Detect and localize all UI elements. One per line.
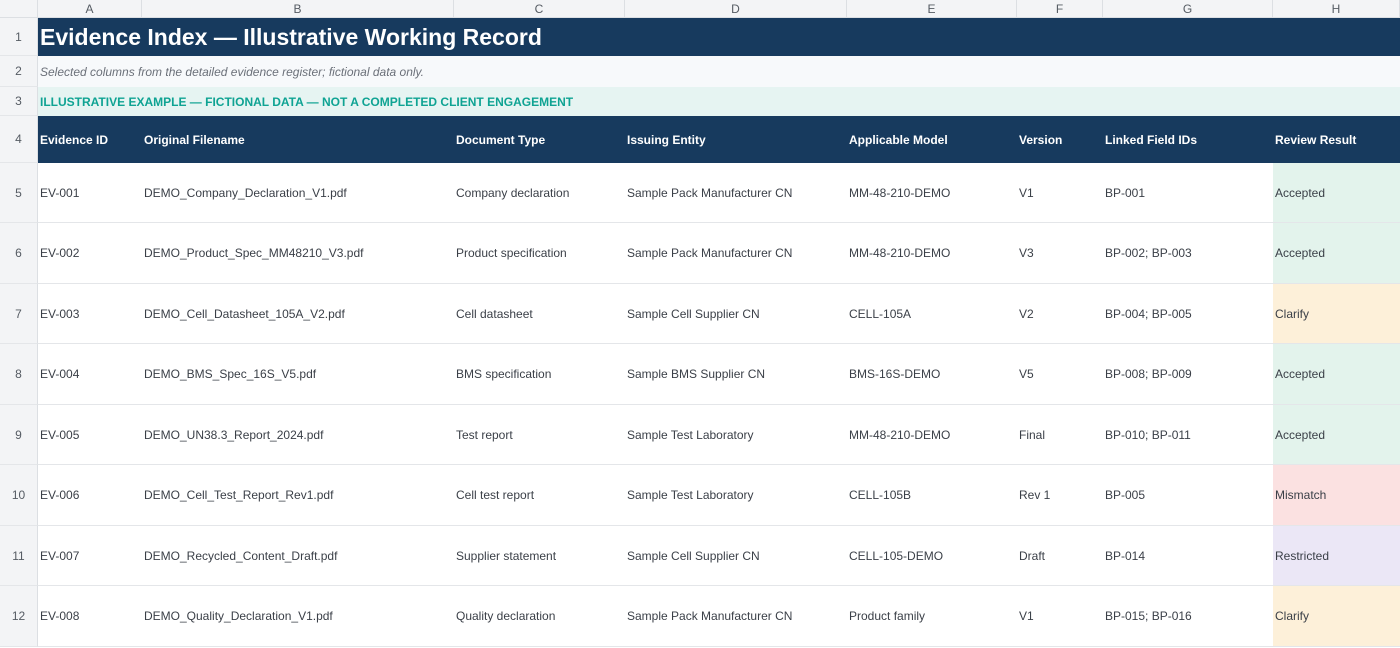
document-type-cell[interactable]: Product specification bbox=[454, 223, 625, 284]
review-result-cell[interactable]: Clarify bbox=[1273, 586, 1400, 647]
document-type-cell[interactable]: Quality declaration bbox=[454, 586, 625, 647]
review-result-cell[interactable]: Accepted bbox=[1273, 344, 1400, 405]
header-applicable-model[interactable]: Applicable Model bbox=[847, 116, 1017, 163]
document-type-cell[interactable]: Cell datasheet bbox=[454, 284, 625, 344]
linked-field-ids-cell[interactable]: BP-015; BP-016 bbox=[1103, 586, 1273, 647]
sheet-title[interactable]: Evidence Index — Illustrative Working Re… bbox=[38, 18, 1400, 56]
row-header-5[interactable]: 5 bbox=[0, 163, 38, 223]
issuing-entity-cell[interactable]: Sample Pack Manufacturer CN bbox=[625, 586, 847, 647]
review-result-cell[interactable]: Clarify bbox=[1273, 284, 1400, 344]
column-header-g[interactable]: G bbox=[1103, 0, 1273, 18]
header-review-result[interactable]: Review Result bbox=[1273, 116, 1400, 163]
column-header-d[interactable]: D bbox=[625, 0, 847, 18]
review-result-cell[interactable]: Accepted bbox=[1273, 223, 1400, 284]
document-type-cell[interactable]: Supplier statement bbox=[454, 526, 625, 586]
row-header-3[interactable]: 3 bbox=[0, 87, 38, 116]
evidence-id-cell[interactable]: EV-002 bbox=[38, 223, 142, 284]
evidence-id-cell[interactable]: EV-007 bbox=[38, 526, 142, 586]
filename-cell[interactable]: DEMO_Cell_Test_Report_Rev1.pdf bbox=[142, 465, 454, 526]
applicable-model-cell[interactable]: CELL-105B bbox=[847, 465, 1017, 526]
linked-field-ids-cell[interactable]: BP-001 bbox=[1103, 163, 1273, 223]
row-header-2[interactable]: 2 bbox=[0, 56, 38, 87]
applicable-model-cell[interactable]: BMS-16S-DEMO bbox=[847, 344, 1017, 405]
filename-cell[interactable]: DEMO_Company_Declaration_V1.pdf bbox=[142, 163, 454, 223]
linked-field-ids-cell[interactable]: BP-002; BP-003 bbox=[1103, 223, 1273, 284]
version-cell[interactable]: V1 bbox=[1017, 586, 1103, 647]
evidence-id-cell[interactable]: EV-008 bbox=[38, 586, 142, 647]
header-issuing-entity[interactable]: Issuing Entity bbox=[625, 116, 847, 163]
issuing-entity-cell[interactable]: Sample Test Laboratory bbox=[625, 465, 847, 526]
row-header-4[interactable]: 4 bbox=[0, 116, 38, 163]
issuing-entity-cell[interactable]: Sample Test Laboratory bbox=[625, 405, 847, 465]
column-header-h[interactable]: H bbox=[1273, 0, 1400, 18]
sheet-grid: A B C D E F G H 1 Evidence Index — Illus… bbox=[0, 0, 1400, 647]
applicable-model-cell[interactable]: Product family bbox=[847, 586, 1017, 647]
header-original-filename[interactable]: Original Filename bbox=[142, 116, 454, 163]
filename-cell[interactable]: DEMO_Product_Spec_MM48210_V3.pdf bbox=[142, 223, 454, 284]
issuing-entity-cell[interactable]: Sample Cell Supplier CN bbox=[625, 284, 847, 344]
document-type-cell[interactable]: Test report bbox=[454, 405, 625, 465]
review-result-cell[interactable]: Restricted bbox=[1273, 526, 1400, 586]
evidence-id-cell[interactable]: EV-005 bbox=[38, 405, 142, 465]
version-cell[interactable]: Draft bbox=[1017, 526, 1103, 586]
linked-field-ids-cell[interactable]: BP-014 bbox=[1103, 526, 1273, 586]
filename-cell[interactable]: DEMO_Quality_Declaration_V1.pdf bbox=[142, 586, 454, 647]
filename-cell[interactable]: DEMO_Cell_Datasheet_105A_V2.pdf bbox=[142, 284, 454, 344]
filename-cell[interactable]: DEMO_UN38.3_Report_2024.pdf bbox=[142, 405, 454, 465]
column-header-f[interactable]: F bbox=[1017, 0, 1103, 18]
document-type-cell[interactable]: Cell test report bbox=[454, 465, 625, 526]
select-all-corner[interactable] bbox=[0, 0, 38, 18]
row-header-12[interactable]: 12 bbox=[0, 586, 38, 647]
filename-cell[interactable]: DEMO_BMS_Spec_16S_V5.pdf bbox=[142, 344, 454, 405]
evidence-id-cell[interactable]: EV-003 bbox=[38, 284, 142, 344]
header-linked-field-ids[interactable]: Linked Field IDs bbox=[1103, 116, 1273, 163]
sheet-subtitle[interactable]: Selected columns from the detailed evide… bbox=[38, 56, 1400, 87]
applicable-model-cell[interactable]: MM-48-210-DEMO bbox=[847, 405, 1017, 465]
column-header-b[interactable]: B bbox=[142, 0, 454, 18]
version-cell[interactable]: V2 bbox=[1017, 284, 1103, 344]
evidence-id-cell[interactable]: EV-006 bbox=[38, 465, 142, 526]
version-cell[interactable]: V1 bbox=[1017, 163, 1103, 223]
review-result-cell[interactable]: Mismatch bbox=[1273, 465, 1400, 526]
document-type-cell[interactable]: BMS specification bbox=[454, 344, 625, 405]
column-header-e[interactable]: E bbox=[847, 0, 1017, 18]
review-result-cell[interactable]: Accepted bbox=[1273, 163, 1400, 223]
version-cell[interactable]: V3 bbox=[1017, 223, 1103, 284]
header-document-type[interactable]: Document Type bbox=[454, 116, 625, 163]
issuing-entity-cell[interactable]: Sample Cell Supplier CN bbox=[625, 526, 847, 586]
row-header-9[interactable]: 9 bbox=[0, 405, 38, 465]
issuing-entity-cell[interactable]: Sample Pack Manufacturer CN bbox=[625, 223, 847, 284]
document-type-cell[interactable]: Company declaration bbox=[454, 163, 625, 223]
column-header-c[interactable]: C bbox=[454, 0, 625, 18]
issuing-entity-cell[interactable]: Sample Pack Manufacturer CN bbox=[625, 163, 847, 223]
review-result-cell[interactable]: Accepted bbox=[1273, 405, 1400, 465]
row-header-10[interactable]: 10 bbox=[0, 465, 38, 526]
evidence-id-cell[interactable]: EV-004 bbox=[38, 344, 142, 405]
applicable-model-cell[interactable]: MM-48-210-DEMO bbox=[847, 223, 1017, 284]
applicable-model-cell[interactable]: MM-48-210-DEMO bbox=[847, 163, 1017, 223]
version-cell[interactable]: Rev 1 bbox=[1017, 465, 1103, 526]
spreadsheet: A B C D E F G H 1 Evidence Index — Illus… bbox=[0, 0, 1400, 648]
version-cell[interactable]: V5 bbox=[1017, 344, 1103, 405]
linked-field-ids-cell[interactable]: BP-008; BP-009 bbox=[1103, 344, 1273, 405]
row-header-6[interactable]: 6 bbox=[0, 223, 38, 284]
header-version[interactable]: Version bbox=[1017, 116, 1103, 163]
row-header-11[interactable]: 11 bbox=[0, 526, 38, 586]
linked-field-ids-cell[interactable]: BP-004; BP-005 bbox=[1103, 284, 1273, 344]
applicable-model-cell[interactable]: CELL-105-DEMO bbox=[847, 526, 1017, 586]
linked-field-ids-cell[interactable]: BP-010; BP-011 bbox=[1103, 405, 1273, 465]
version-cell[interactable]: Final bbox=[1017, 405, 1103, 465]
header-evidence-id[interactable]: Evidence ID bbox=[38, 116, 142, 163]
linked-field-ids-cell[interactable]: BP-005 bbox=[1103, 465, 1273, 526]
illustrative-banner[interactable]: ILLUSTRATIVE EXAMPLE — FICTIONAL DATA — … bbox=[38, 87, 1400, 116]
row-header-7[interactable]: 7 bbox=[0, 284, 38, 344]
row-header-1[interactable]: 1 bbox=[0, 18, 38, 56]
row-header-8[interactable]: 8 bbox=[0, 344, 38, 405]
column-header-a[interactable]: A bbox=[38, 0, 142, 18]
issuing-entity-cell[interactable]: Sample BMS Supplier CN bbox=[625, 344, 847, 405]
evidence-id-cell[interactable]: EV-001 bbox=[38, 163, 142, 223]
applicable-model-cell[interactable]: CELL-105A bbox=[847, 284, 1017, 344]
filename-cell[interactable]: DEMO_Recycled_Content_Draft.pdf bbox=[142, 526, 454, 586]
